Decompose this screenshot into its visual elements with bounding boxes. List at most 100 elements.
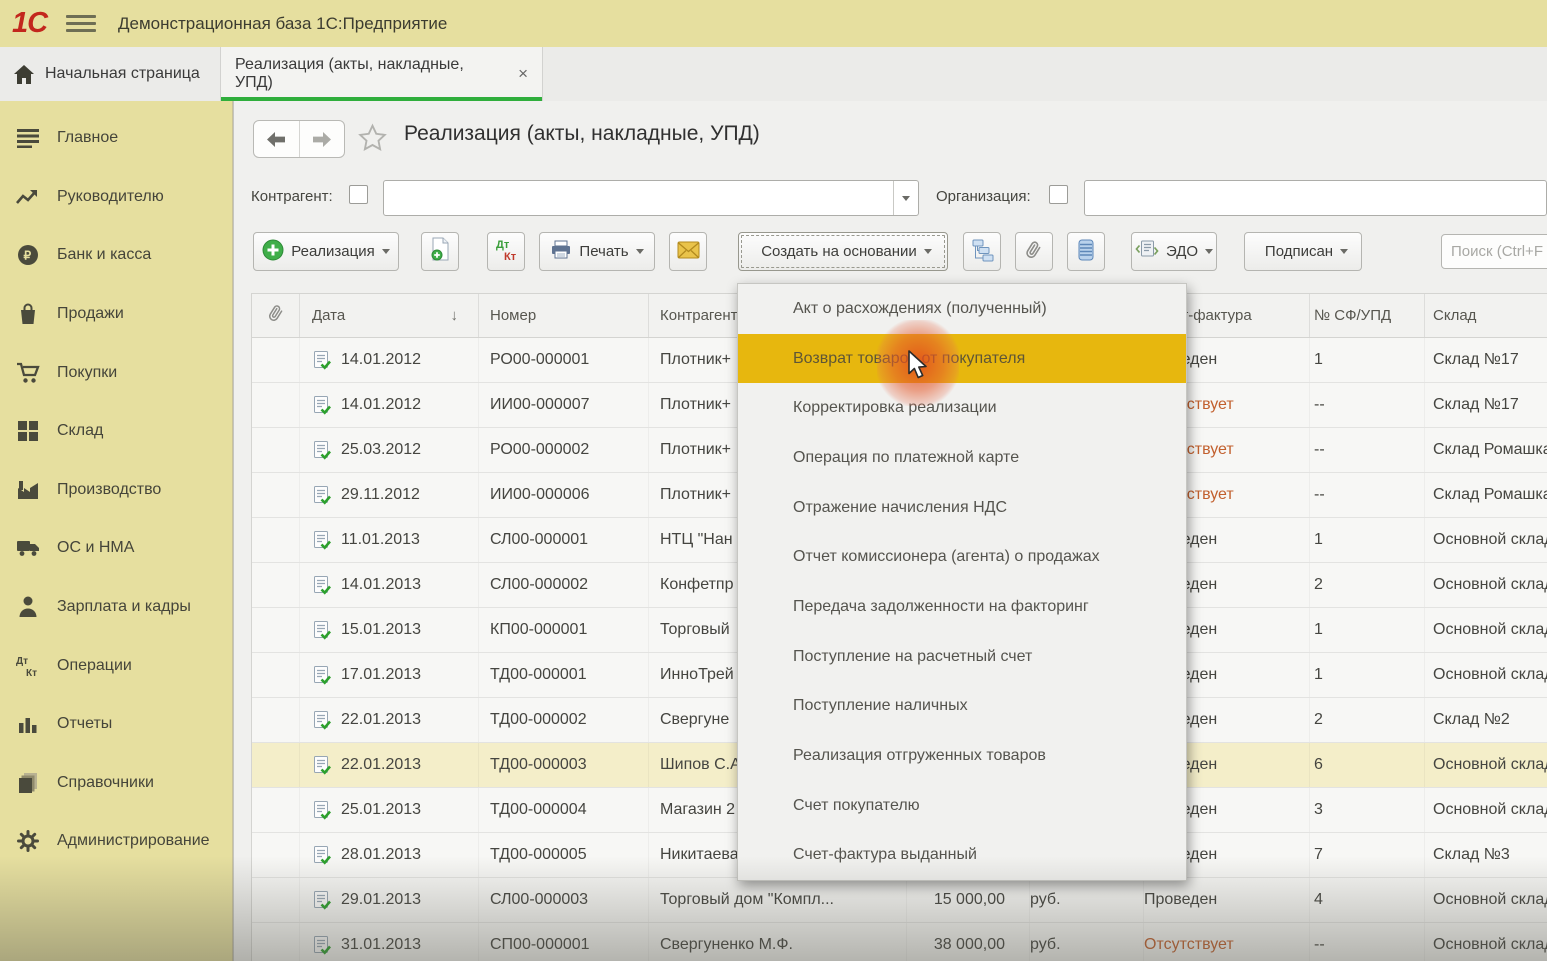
column-header-attach[interactable]	[252, 294, 300, 337]
send-email-button[interactable]	[669, 232, 707, 271]
related-documents-button[interactable]	[963, 232, 1001, 271]
sidebar-item-reports[interactable]: Отчеты	[0, 695, 232, 754]
paperclip-icon	[1024, 239, 1044, 265]
cell-sf: --	[1310, 473, 1425, 517]
cell-warehouse: Склад №17	[1425, 338, 1547, 382]
create-realization-button[interactable]: Реализация	[253, 232, 399, 271]
menu-item-5[interactable]: Отражение начисления НДС	[738, 483, 1186, 533]
chevron-down-icon	[1205, 249, 1213, 254]
menu-item-4[interactable]: Операция по платежной карте	[738, 433, 1186, 483]
document-posted-icon	[312, 755, 332, 776]
cell-warehouse: Склад Ромашка	[1425, 428, 1547, 472]
paperclip-icon	[267, 303, 285, 328]
back-button[interactable]	[254, 121, 300, 157]
column-header-date[interactable]: Дата↓	[300, 294, 479, 337]
signed-filter-button[interactable]: Подписан	[1244, 232, 1362, 271]
ruble-icon: ₽	[15, 244, 41, 266]
cell-warehouse: Основной склад	[1425, 923, 1547, 961]
menu-item-2[interactable]: Возврат товаров от покупателя	[738, 334, 1186, 384]
main-menu-icon[interactable]	[66, 11, 96, 36]
cell-sf: 7	[1310, 833, 1425, 877]
cell-date: 22.01.2013	[300, 743, 479, 787]
sidebar-item-label: Зарплата и кадры	[57, 598, 191, 616]
sidebar-item-warehouse[interactable]: Склад	[0, 402, 232, 461]
menu-item-1[interactable]: Акт о расхождениях (полученный)	[738, 284, 1186, 334]
menu-item-11[interactable]: Счет покупателю	[738, 781, 1186, 831]
dtkt-postings-button[interactable]: ДтКт	[487, 232, 525, 271]
menu-item-3[interactable]: Корректировка реализации	[738, 383, 1186, 433]
cell-sf: 3	[1310, 788, 1425, 832]
chevron-down-icon[interactable]	[893, 181, 918, 215]
column-header-warehouse[interactable]: Склад	[1425, 294, 1547, 337]
organization-field[interactable]	[1084, 180, 1547, 216]
column-header-label: № СФ/УПД	[1314, 307, 1391, 324]
search-input[interactable]	[1441, 234, 1547, 269]
menu-item-7[interactable]: Передача задолженности на факторинг	[738, 582, 1186, 632]
table-row[interactable]: 31.01.2013СП00-000001Свергуненко М.Ф.38 …	[252, 923, 1547, 961]
gear-icon	[15, 830, 41, 852]
cell-date: 14.01.2013	[300, 563, 479, 607]
print-button[interactable]: Печать	[539, 232, 655, 271]
sidebar-item-bank-cash[interactable]: ₽Банк и касса	[0, 226, 232, 285]
tab-home[interactable]: Начальная страница	[0, 47, 221, 101]
sidebar-item-salary-hr[interactable]: Зарплата и кадры	[0, 578, 232, 637]
contragent-checkbox[interactable]	[349, 185, 368, 204]
dtkt-icon: ДтКт	[15, 654, 41, 678]
database-icon	[1077, 238, 1095, 266]
close-tab-icon[interactable]: ×	[518, 64, 528, 84]
menu-item-6[interactable]: Отчет комиссионера (агента) о продажах	[738, 532, 1186, 582]
edo-label: ЭДО	[1166, 243, 1198, 260]
sidebar-item-administration[interactable]: Администрирование	[0, 812, 232, 871]
sidebar-item-manager[interactable]: Руководителю	[0, 168, 232, 227]
sidebar-item-main[interactable]: Главное	[0, 109, 232, 168]
column-header-label: Дата	[312, 307, 345, 324]
cell-attach	[252, 698, 300, 742]
menu-item-12[interactable]: Счет-фактура выданный	[738, 830, 1186, 880]
menu-item-9[interactable]: Поступление наличных	[738, 681, 1186, 731]
document-posted-icon	[312, 710, 332, 731]
sidebar-item-sales[interactable]: Продажи	[0, 285, 232, 344]
truck-icon	[15, 539, 41, 557]
column-header-number[interactable]: Номер	[479, 294, 649, 337]
factory-icon	[15, 480, 41, 500]
edo-button[interactable]: ЭДО	[1131, 232, 1217, 271]
sidebar-item-os-nma[interactable]: ОС и НМА	[0, 519, 232, 578]
chart-icon	[15, 714, 41, 734]
create-based-on-button[interactable]: Создать на основании	[738, 232, 948, 271]
sidebar-item-operations[interactable]: ДтКтОперации	[0, 636, 232, 695]
menu-item-10[interactable]: Реализация отгруженных товаров	[738, 731, 1186, 781]
hierarchy-icon	[970, 237, 995, 266]
document-posted-icon	[312, 485, 332, 506]
cell-number: ИИ00-000006	[479, 473, 649, 517]
cell-date: 11.01.2013	[300, 518, 479, 562]
page-title: Реализация (акты, накладные, УПД)	[404, 122, 760, 146]
copy-document-button[interactable]	[421, 232, 459, 271]
tab-realization[interactable]: Реализация (акты, накладные, УПД) ×	[221, 47, 543, 101]
contragent-combobox[interactable]	[383, 180, 919, 216]
home-icon	[14, 65, 34, 84]
cell-warehouse: Основной склад	[1425, 878, 1547, 922]
sidebar-item-production[interactable]: Производство	[0, 461, 232, 520]
table-row[interactable]: 29.01.2013СЛ00-000003Торговый дом "Компл…	[252, 878, 1547, 923]
sidebar-item-directories[interactable]: Справочники	[0, 754, 232, 813]
cell-warehouse: Основной склад	[1425, 608, 1547, 652]
sidebar-item-label: Производство	[57, 481, 161, 499]
cell-number: СЛ00-000002	[479, 563, 649, 607]
print-label: Печать	[579, 243, 628, 260]
menu-item-8[interactable]: Поступление на расчетный счет	[738, 632, 1186, 682]
cell-attach	[252, 743, 300, 787]
document-posted-icon	[312, 395, 332, 416]
cell-date: 31.01.2013	[300, 923, 479, 961]
register-records-button[interactable]	[1067, 232, 1105, 271]
column-header-sf[interactable]: № СФ/УПД	[1310, 294, 1425, 337]
forward-button[interactable]	[300, 121, 345, 157]
cell-number: ИИ00-000007	[479, 383, 649, 427]
cell-warehouse: Основной склад	[1425, 788, 1547, 832]
favorite-star-icon[interactable]	[357, 123, 388, 158]
cell-sf: 1	[1310, 653, 1425, 697]
organization-checkbox[interactable]	[1049, 185, 1068, 204]
document-posted-icon	[312, 620, 332, 641]
sidebar-item-purchases[interactable]: Покупки	[0, 343, 232, 402]
attachments-button[interactable]	[1015, 232, 1053, 271]
cell-date: 15.01.2013	[300, 608, 479, 652]
